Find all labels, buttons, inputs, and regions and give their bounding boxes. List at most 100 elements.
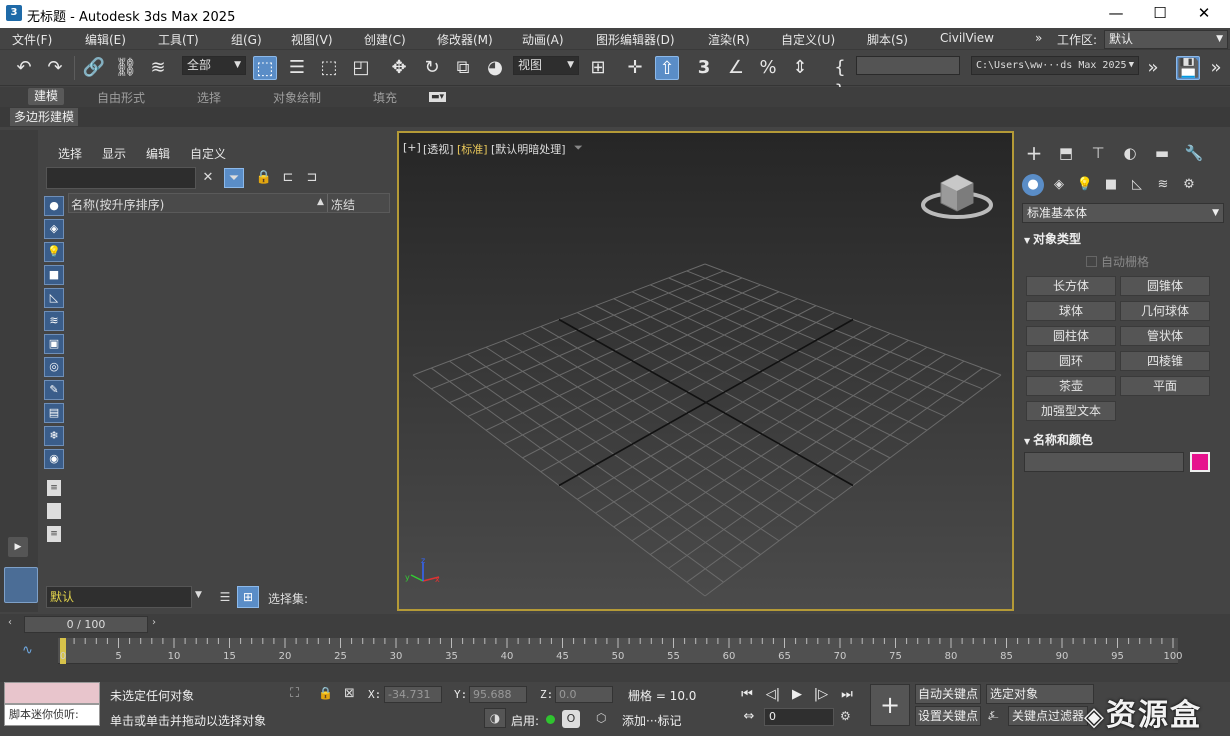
ribbon-options-icon[interactable]: ▬▾ bbox=[429, 92, 447, 102]
cylinder-button[interactable]: 圆柱体 bbox=[1026, 326, 1116, 346]
object-color-swatch[interactable] bbox=[1190, 452, 1210, 472]
polygon-modeling-label[interactable]: 多边形建模 bbox=[10, 108, 79, 126]
chevron-down-icon[interactable]: ▼ bbox=[195, 590, 202, 600]
plane-button[interactable]: 平面 bbox=[1120, 376, 1210, 396]
cameras-filter-icon[interactable]: ■ bbox=[44, 265, 64, 285]
se-menu-display[interactable]: 显示 bbox=[102, 145, 126, 162]
sphere-button[interactable]: 球体 bbox=[1026, 301, 1116, 321]
helpers-filter-icon[interactable]: ◺ bbox=[44, 288, 64, 308]
current-frame-field[interactable]: 0 bbox=[764, 708, 834, 726]
maximize-button[interactable]: ☐ bbox=[1137, 0, 1183, 28]
shapes-filter-icon[interactable]: ◈ bbox=[44, 219, 64, 239]
se-menu-select[interactable]: 选择 bbox=[58, 145, 82, 162]
layer-dropdown[interactable]: 默认 bbox=[46, 586, 192, 608]
next-key-icon[interactable]: |▷ bbox=[812, 686, 830, 704]
menu-customize[interactable]: 自定义(U) bbox=[781, 31, 835, 48]
keyboard-shortcut-override-icon[interactable]: ⇧ bbox=[655, 56, 679, 80]
move-icon[interactable]: ✥ bbox=[387, 56, 411, 80]
sort-hierarchy-icon[interactable]: ⊐ bbox=[302, 168, 322, 188]
pyramid-button[interactable]: 四棱锥 bbox=[1120, 351, 1210, 371]
rotate-icon[interactable]: ↻ bbox=[420, 56, 444, 80]
groups-filter-icon[interactable]: ▣ bbox=[44, 334, 64, 354]
curve-editor-icon[interactable]: ∿ bbox=[22, 643, 33, 658]
space-warps-icon[interactable]: ≋ bbox=[1152, 174, 1174, 196]
expand-panel-icon[interactable]: ▶ bbox=[8, 537, 28, 557]
unlink-icon[interactable]: ⛓ bbox=[114, 56, 138, 80]
time-slider-thumb[interactable]: 0 / 100 bbox=[24, 616, 148, 633]
auto-key-button[interactable]: 自动关键点 bbox=[915, 684, 981, 704]
project-path-dropdown[interactable]: C:\Users\ww···ds Max 2025 ▼ bbox=[971, 56, 1139, 75]
previous-key-icon[interactable]: ◁| bbox=[764, 686, 782, 704]
geometry-filter-icon[interactable]: ● bbox=[44, 196, 64, 216]
perspective-viewport[interactable]: [+] [透视] [标准] [默认明暗处理] ⏷ x y z bbox=[397, 131, 1014, 611]
menu-views[interactable]: 视图(V) bbox=[291, 31, 333, 48]
name-color-rollout-title[interactable]: ▼ 名称和颜色 bbox=[1024, 431, 1216, 448]
play-icon[interactable]: ▶ bbox=[788, 686, 806, 704]
angle-snap-icon[interactable]: ∠ bbox=[724, 56, 748, 80]
display-all-icon[interactable]: ≡ bbox=[47, 480, 61, 496]
se-menu-edit[interactable]: 编辑 bbox=[146, 145, 170, 162]
menu-overflow-button[interactable]: » bbox=[1035, 31, 1042, 45]
menu-civilview[interactable]: CivilView bbox=[940, 31, 994, 45]
geometry-category-dropdown[interactable]: 标准基本体 ▼ bbox=[1022, 203, 1224, 223]
minimize-button[interactable]: — bbox=[1093, 0, 1139, 28]
scale-icon[interactable]: ⧉ bbox=[451, 56, 475, 80]
frozen-filter-icon[interactable]: ❄ bbox=[44, 426, 64, 446]
select-by-name-icon[interactable]: ☰ bbox=[285, 56, 309, 80]
absolute-mode-icon[interactable]: ⊠ bbox=[344, 686, 355, 701]
shapes-icon[interactable]: ◈ bbox=[1048, 174, 1070, 196]
col-name-header[interactable]: 名称(按升序排序) bbox=[71, 196, 164, 213]
hierarchy-icon[interactable]: ⊏ bbox=[278, 168, 298, 188]
window-crossing-icon[interactable]: ◰ bbox=[349, 56, 373, 80]
menu-tools[interactable]: 工具(T) bbox=[158, 31, 199, 48]
key-filter-icon[interactable]: ⍼ bbox=[988, 708, 998, 723]
menu-rendering[interactable]: 渲染(R) bbox=[708, 31, 750, 48]
lights-filter-icon[interactable]: 💡 bbox=[44, 242, 64, 262]
select-object-icon[interactable]: ⬚ bbox=[253, 56, 277, 80]
snaps-toggle-icon[interactable]: 3 bbox=[692, 56, 716, 80]
close-button[interactable]: ✕ bbox=[1181, 0, 1227, 28]
go-to-start-icon[interactable]: ⏮ bbox=[738, 686, 756, 704]
tab-freeform[interactable]: 自由形式 bbox=[97, 89, 145, 106]
viewcube[interactable] bbox=[919, 163, 999, 225]
save-icon[interactable]: 💾 bbox=[1176, 56, 1200, 80]
select-manipulate-icon[interactable]: ✛ bbox=[623, 56, 647, 80]
time-tag-toggle-icon[interactable]: O bbox=[562, 710, 580, 728]
set-key-big-icon[interactable]: + bbox=[870, 684, 910, 726]
col-freeze-header[interactable]: 冻结 bbox=[331, 196, 355, 213]
se-menu-customize[interactable]: 自定义 bbox=[190, 145, 226, 162]
key-selection-dropdown[interactable]: 选定对象 bbox=[986, 684, 1094, 704]
menu-graph-editors[interactable]: 图形编辑器(D) bbox=[596, 31, 675, 48]
selection-filter-dropdown[interactable]: 全部 ▼ bbox=[182, 56, 246, 75]
z-coordinate-field[interactable]: 0.0 bbox=[555, 686, 613, 703]
layers-icon[interactable]: ☰ bbox=[215, 587, 235, 607]
set-key-button[interactable]: 设置关键点 bbox=[915, 706, 981, 726]
toolbar-expand-icon[interactable]: » bbox=[1204, 56, 1228, 80]
time-configuration-icon[interactable]: ⚙ bbox=[840, 709, 851, 723]
modify-tab-icon[interactable]: ⬒ bbox=[1055, 142, 1077, 164]
named-selection-sets-icon[interactable]: { } bbox=[828, 56, 852, 102]
containers-filter-icon[interactable]: ▤ bbox=[44, 403, 64, 423]
bones-filter-icon[interactable]: ✎ bbox=[44, 380, 64, 400]
display-none-icon[interactable] bbox=[47, 503, 61, 519]
tab-selection[interactable]: 选择 bbox=[197, 89, 221, 106]
se-search-input[interactable] bbox=[46, 167, 196, 189]
lights-icon[interactable]: 💡 bbox=[1074, 174, 1096, 196]
placement-icon[interactable]: ◕ bbox=[483, 56, 507, 80]
workspace-select[interactable]: 默认 ▼ bbox=[1104, 30, 1228, 49]
se-object-list[interactable] bbox=[68, 214, 390, 578]
isolate-selection-icon[interactable]: ⛶ bbox=[290, 686, 299, 701]
tab-modeling[interactable]: 建模 bbox=[28, 88, 65, 105]
teapot-button[interactable]: 茶壶 bbox=[1026, 376, 1116, 396]
systems-icon[interactable]: ⚙ bbox=[1178, 174, 1200, 196]
viewport-layout-icon[interactable] bbox=[4, 567, 38, 603]
menu-file[interactable]: 文件(F) bbox=[12, 31, 52, 48]
redo-icon[interactable]: ↷ bbox=[43, 56, 67, 80]
menu-animation[interactable]: 动画(A) bbox=[522, 31, 564, 48]
filter-icon[interactable]: ⏷ bbox=[224, 168, 244, 188]
y-coordinate-field[interactable]: 95.688 bbox=[469, 686, 527, 703]
spinner-snap-icon[interactable]: ⇕ bbox=[788, 56, 812, 80]
menu-edit[interactable]: 编辑(E) bbox=[85, 31, 126, 48]
utilities-tab-icon[interactable]: 🔧 bbox=[1183, 142, 1205, 164]
next-frame-icon[interactable]: › bbox=[152, 617, 156, 628]
